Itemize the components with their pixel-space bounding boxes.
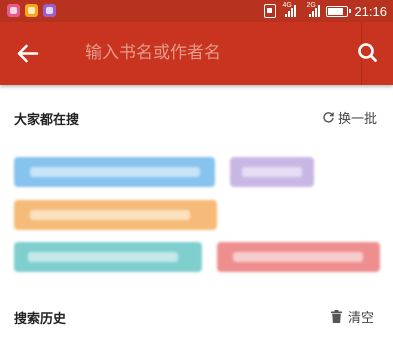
search-history-title: 搜索历史 — [14, 312, 67, 327]
signal-icon: 4G — [282, 2, 297, 17]
hot-search-title: 大家都在搜 — [14, 113, 80, 128]
hot-search-tag[interactable] — [14, 157, 215, 187]
status-time: 21:16 — [354, 3, 387, 19]
signal-icon: 2G — [306, 2, 321, 17]
refresh-label: 换一批 — [338, 111, 378, 127]
arrow-left-icon — [17, 44, 39, 63]
app-notification-icon — [25, 4, 38, 17]
refresh-button[interactable]: 换一批 — [322, 107, 377, 127]
hot-search-tag[interactable] — [14, 242, 202, 272]
back-button[interactable] — [0, 22, 56, 85]
search-icon — [358, 43, 377, 62]
hot-search-tag[interactable] — [14, 200, 217, 230]
trash-icon — [331, 309, 342, 323]
search-input[interactable] — [64, 34, 354, 72]
search-header — [0, 22, 393, 85]
hot-search-tag[interactable] — [217, 242, 380, 272]
app-notification-icon — [43, 4, 56, 17]
battery-icon — [326, 5, 352, 17]
app-notification-icon — [7, 4, 20, 17]
refresh-icon — [323, 111, 334, 123]
hot-search-tag[interactable] — [230, 157, 314, 187]
vibrate-icon — [264, 4, 277, 18]
clear-history-button[interactable]: 清空 — [331, 306, 374, 326]
clear-label: 清空 — [348, 310, 375, 326]
search-button[interactable] — [342, 22, 393, 85]
status-bar: 4G 2G 21:16 — [0, 0, 393, 22]
